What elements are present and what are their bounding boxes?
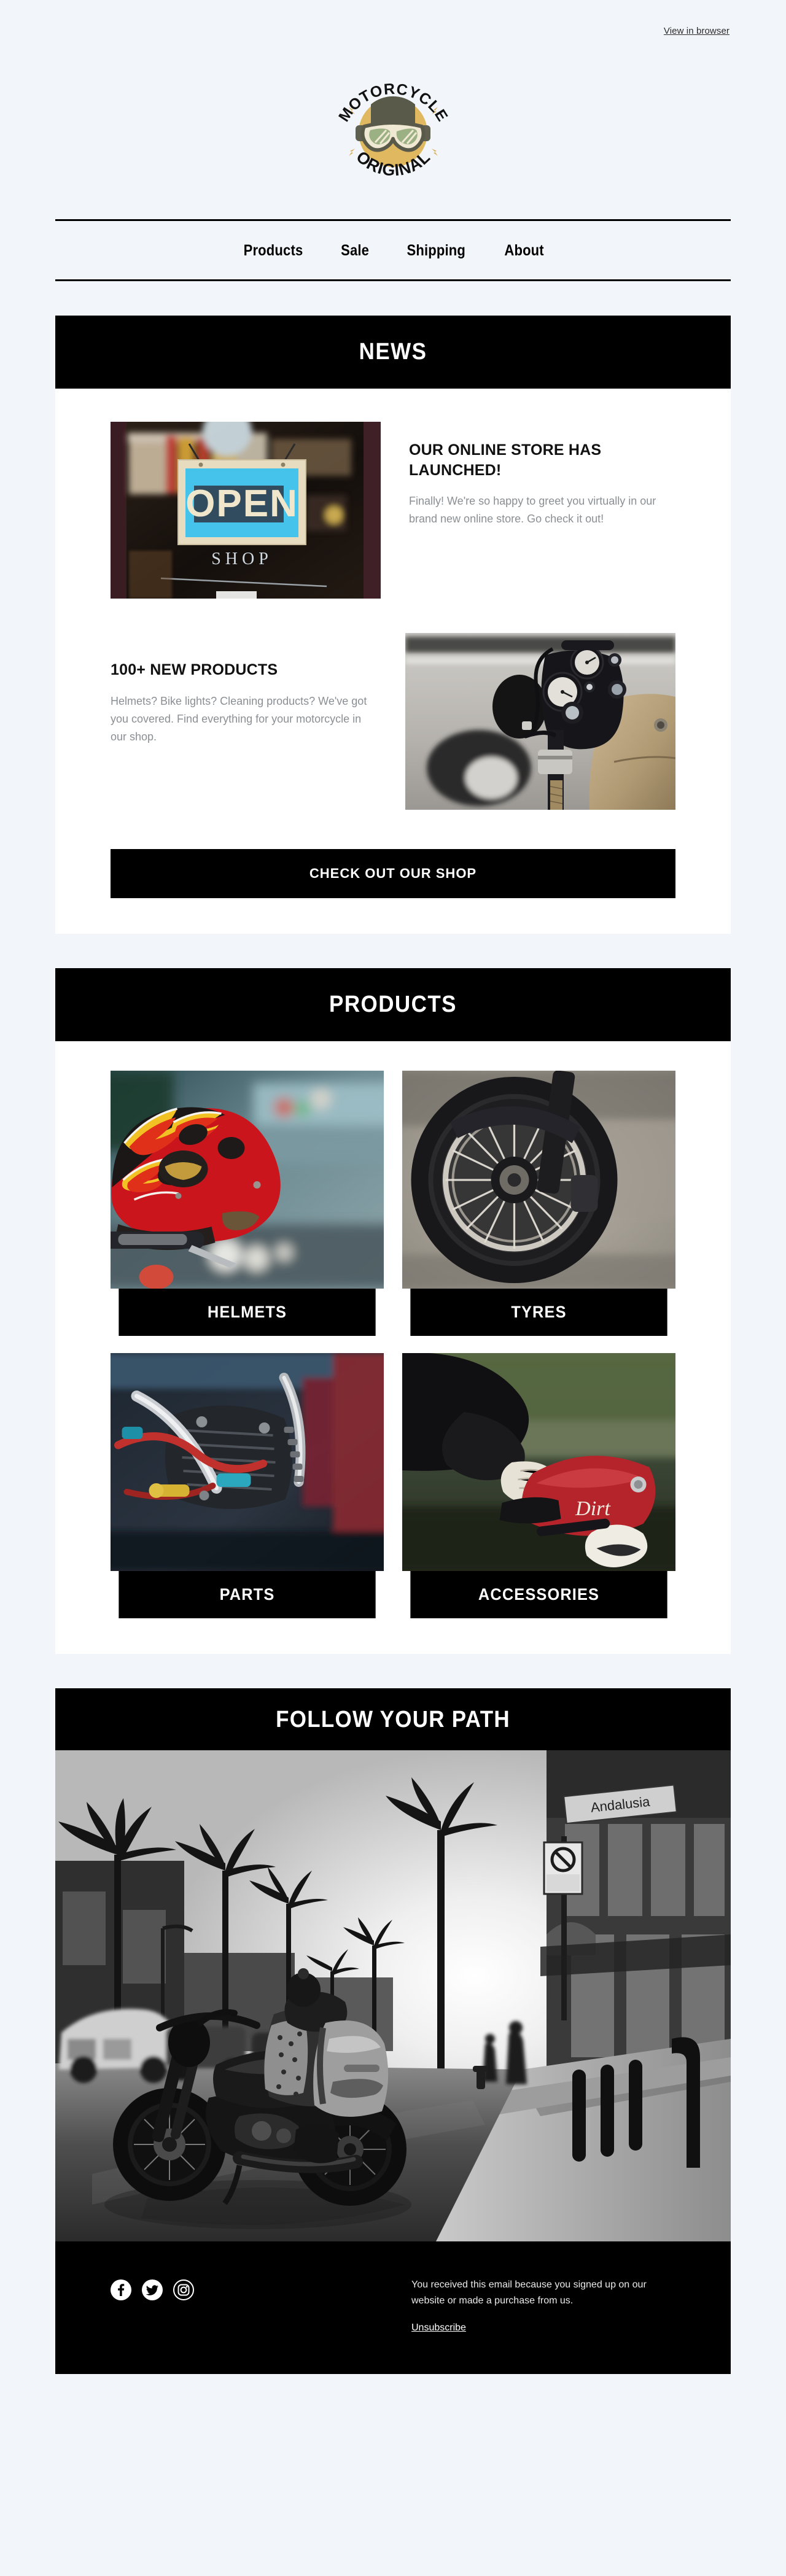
news-heading: NEWS [359,339,427,365]
product-tile-helmets[interactable]: HELMETS [111,1071,384,1336]
email-page: View in browser MOTORCYCLE ORIGINAL Prod… [0,0,786,2392]
product-tile-tyres[interactable]: TYRES [402,1071,675,1336]
parts-image [111,1353,384,1571]
tyre-image [402,1071,675,1289]
brand-logo[interactable]: MOTORCYCLE ORIGINAL MOTORCYCLE ORIGINAL [327,66,459,198]
news-article-1: OPEN SHOP OUR ONLINE STORE HAS LAUNCHED!… [111,422,675,599]
svg-text:SHOP: SHOP [211,549,273,568]
accessories-image: Dirt [402,1353,675,1571]
nav-item-sale[interactable]: Sale [341,242,369,260]
news-article-1-text: OUR ONLINE STORE HAS LAUNCHED! Finally! … [409,422,675,529]
products-section-body: HELMETS TYRES PARTS Dirt ACCESSORIES [55,1041,731,1654]
footer: You received this email because you sign… [55,2241,731,2374]
check-out-shop-button[interactable]: CHECK OUT OUR SHOP [111,849,675,898]
news-article-1-title: OUR ONLINE STORE HAS LAUNCHED! [409,441,602,479]
social-links [111,2277,194,2300]
product-tile-accessories-label: ACCESSORIES [410,1571,667,1618]
products-heading: PRODUCTS [329,991,457,1017]
nav-item-about[interactable]: About [504,242,543,260]
hero-street-image: Andalusia [55,1750,731,2241]
products-section-header: PRODUCTS [55,968,731,1041]
news-article-2-title: 100+ NEW PRODUCTS [111,661,278,678]
product-tile-parts[interactable]: PARTS [111,1353,384,1618]
news-article-2-text: 100+ NEW PRODUCTS Helmets? Bike lights? … [111,633,377,746]
product-grid: HELMETS TYRES PARTS Dirt ACCESSORIES [111,1071,675,1618]
nav-items: Products Sale Shipping About [55,221,731,279]
hero-section-header: FOLLOW YOUR PATH [55,1688,731,1750]
open-shop-sign-image: OPEN SHOP [111,422,381,599]
footer-legal-text: You received this email because you sign… [411,2279,647,2306]
news-article-1-body: Finally! We're so happy to greet you vir… [409,495,656,526]
logo-container: MOTORCYCLE ORIGINAL MOTORCYCLE ORIGINAL [0,37,786,219]
main-navigation: Products Sale Shipping About [55,219,731,281]
unsubscribe-link[interactable]: Unsubscribe [411,2322,466,2334]
news-article-2-body: Helmets? Bike lights? Cleaning products?… [111,694,367,743]
motorcycle-handlebar-image [405,633,675,810]
svg-text:OPEN: OPEN [185,483,298,525]
instagram-icon[interactable] [173,2279,194,2300]
news-section-header: NEWS [55,316,731,389]
product-tile-tyres-label: TYRES [410,1289,667,1336]
news-article-2: 100+ NEW PRODUCTS Helmets? Bike lights? … [111,633,675,810]
twitter-icon[interactable] [142,2279,163,2300]
nav-item-products[interactable]: Products [244,242,303,260]
facebook-icon[interactable] [111,2279,131,2300]
hero-heading: FOLLOW YOUR PATH [276,1707,510,1732]
preheader: View in browser [0,0,786,37]
view-in-browser-link[interactable]: View in browser [664,26,730,36]
product-tile-helmets-label: HELMETS [119,1289,376,1336]
nav-item-shipping[interactable]: Shipping [407,242,466,260]
helmet-image [111,1071,384,1289]
footer-legal-block: You received this email because you sign… [411,2277,675,2334]
svg-text:Dirt: Dirt [575,1497,611,1520]
product-tile-parts-label: PARTS [119,1571,376,1618]
news-section-body: OPEN SHOP OUR ONLINE STORE HAS LAUNCHED!… [55,389,731,934]
product-tile-accessories[interactable]: Dirt ACCESSORIES [402,1353,675,1618]
